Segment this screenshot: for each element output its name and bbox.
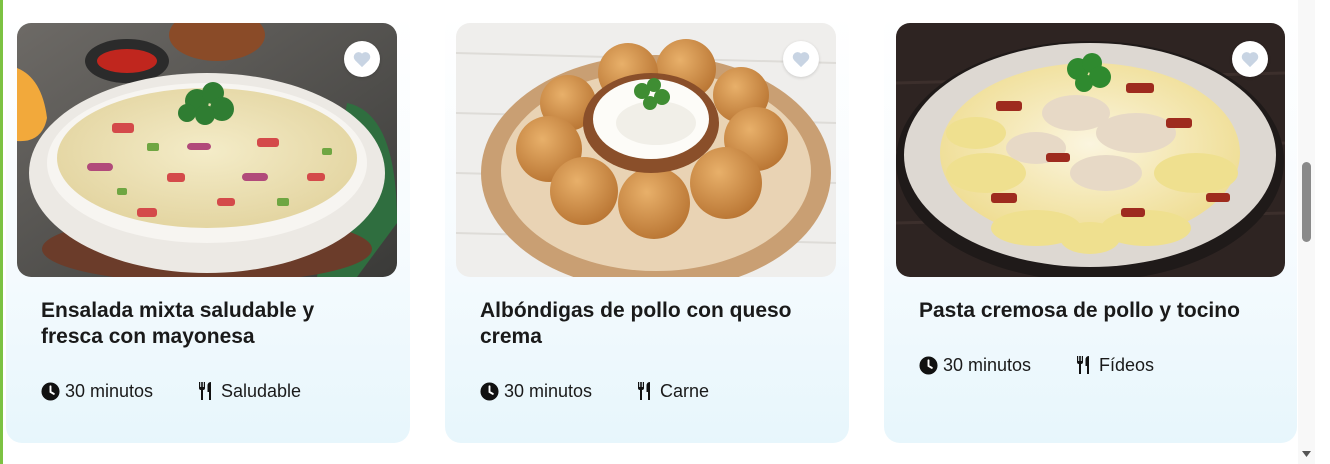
scrollbar-thumb[interactable] (1302, 162, 1311, 242)
recipe-photo[interactable] (896, 23, 1285, 277)
recipe-card[interactable]: Albóndigas de pollo con queso crema 30 m… (445, 14, 849, 443)
recipe-photo[interactable] (17, 23, 397, 277)
clock-icon (919, 355, 938, 375)
utensils-icon (638, 382, 650, 400)
recipe-title[interactable]: Albóndigas de pollo con queso crema (480, 298, 810, 350)
recipe-category-label: Carne (660, 380, 710, 401)
vertical-scrollbar[interactable] (1298, 0, 1315, 464)
recipe-category: Carne (637, 379, 709, 403)
recipe-category: Fídeos (1076, 353, 1154, 377)
heart-icon (353, 52, 371, 68)
heart-icon (792, 52, 810, 68)
recipe-time: 30 minutos (919, 353, 1031, 377)
scroll-down-arrow-icon[interactable] (1301, 448, 1312, 459)
creamy-pasta-image (896, 23, 1285, 277)
recipe-card[interactable]: Ensalada mixta saludable y fresca con ma… (6, 14, 410, 443)
heart-icon (1241, 52, 1259, 68)
favorite-button[interactable] (1232, 41, 1268, 77)
recipe-category-label: Saludable (221, 380, 302, 401)
chicken-meatballs-image (456, 23, 836, 277)
recipe-card[interactable]: Pasta cremosa de pollo y tocino 30 minut… (884, 14, 1297, 443)
favorite-button[interactable] (344, 41, 380, 77)
recipe-time-label: 30 minutos (943, 354, 1032, 375)
recipe-title[interactable]: Pasta cremosa de pollo y tocino (919, 298, 1269, 324)
utensils-icon (1077, 356, 1089, 374)
recipe-time-label: 30 minutos (504, 380, 593, 401)
recipe-card-grid: Ensalada mixta saludable y fresca con ma… (0, 0, 1298, 464)
recipe-title[interactable]: Ensalada mixta saludable y fresca con ma… (41, 298, 371, 350)
recipe-category-label: Fídeos (1099, 354, 1155, 375)
recipe-time-label: 30 minutos (65, 380, 154, 401)
clock-icon (480, 381, 499, 401)
favorite-button[interactable] (783, 41, 819, 77)
utensils-icon (199, 382, 211, 400)
recipe-time: 30 minutos (480, 379, 592, 403)
recipe-category: Saludable (198, 379, 301, 403)
clock-icon (41, 381, 60, 401)
recipe-photo[interactable] (456, 23, 836, 277)
macaroni-salad-image (17, 23, 397, 277)
recipe-time: 30 minutos (41, 379, 153, 403)
